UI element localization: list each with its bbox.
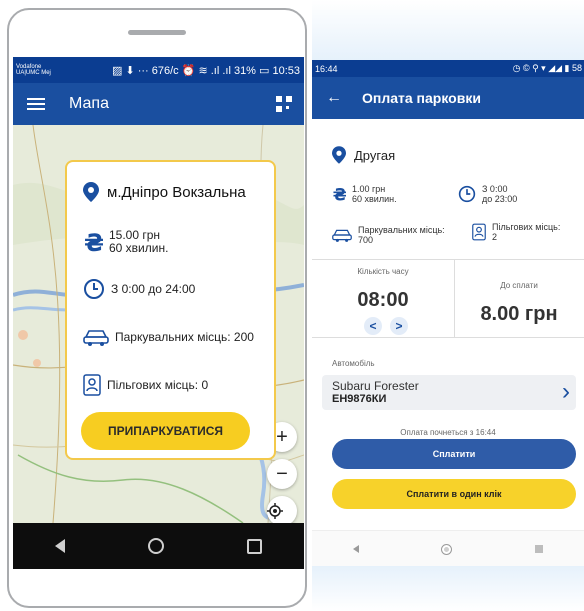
phone-speaker [128, 30, 186, 35]
status-bar: 16:44 ◷ © ⚲ ▾ ◢◢ ▮ 58 [312, 60, 584, 77]
payment-start-note: Оплата почнеться з 16:44 [400, 428, 496, 437]
pay-one-click-button[interactable]: Сплатити в один клік [332, 479, 576, 509]
price-text: 15.00 грн 60 хвилин. [109, 229, 168, 255]
app-bar: Мапа [13, 83, 304, 125]
hours-row: З 0:00 до 24:00 [83, 278, 195, 300]
back-icon[interactable] [353, 545, 360, 553]
id-card-icon [472, 223, 486, 241]
android-nav-bar [312, 530, 584, 566]
place-row: Другая [332, 146, 395, 164]
svg-text:₴: ₴ [84, 230, 103, 254]
hours-text: З 0:00 до 24:00 [111, 281, 196, 296]
status-indicators: ▨ ⬇ ··· 676/c ⏰ ≋ .ıl .ıl 31% ▭ 10:53 [111, 64, 300, 77]
back-icon[interactable] [54, 539, 65, 553]
parking-info-card: м.Дніпро Вокзальна ₴ 15.00 грн 60 хвилин… [65, 160, 276, 460]
price-row: ₴ 15.00 грн 60 хвилин. [83, 229, 168, 255]
duration-value: 60 хвилин. [352, 194, 397, 204]
payment-value: 8.00 грн [480, 303, 558, 325]
preferential-value: 2 [492, 232, 498, 242]
status-bar: Vodafone UA|UMC Mej ▨ ⬇ ··· 676/c ⏰ ≋ .ı… [13, 57, 304, 83]
hamburger-icon[interactable] [27, 95, 45, 113]
hours-from: З 0:00 [482, 184, 508, 194]
preferential-label: Пільгових місць: [492, 222, 561, 232]
page-title: Оплата парковки [362, 90, 481, 106]
pay-button[interactable]: Сплатити [332, 439, 576, 469]
station-row: м.Дніпро Вокзальна [83, 182, 246, 202]
car-icon [83, 330, 109, 346]
qr-code-icon[interactable] [276, 96, 292, 112]
preferential-spots-row: Пільгових місць: 0 [83, 374, 208, 396]
car-plate: ЕН9876КИ [332, 393, 387, 405]
status-time: 16:44 [315, 63, 338, 74]
hours-info: З 0:00 до 23:00 [458, 184, 517, 204]
time-decrease-button[interactable]: < [364, 317, 382, 335]
page-title: Мапа [69, 95, 109, 112]
backdrop-top [312, 0, 584, 60]
place-name: Другая [354, 147, 396, 163]
preferential-info: Пільгових місць: 2 [472, 222, 560, 242]
svg-text:₴: ₴ [333, 185, 346, 203]
time-increase-button[interactable]: > [390, 317, 408, 335]
parking-label: Паркувальних місць: [358, 225, 445, 235]
hryvnia-icon: ₴ [333, 185, 346, 203]
chevron-right-icon: › [562, 378, 570, 405]
recent-apps-icon[interactable] [247, 538, 263, 554]
payment-label: До сплати [500, 281, 538, 290]
backdrop-bottom [312, 566, 584, 611]
price-info: ₴ 1.00 грн 60 хвилин. [332, 184, 397, 204]
parking-spots-text: Паркувальних місць: 200 [115, 329, 254, 344]
home-icon[interactable] [441, 543, 453, 555]
clock-icon [458, 185, 476, 203]
locate-button[interactable] [267, 496, 297, 526]
location-pin-icon [332, 146, 346, 164]
back-arrow-icon[interactable]: ← [326, 89, 342, 107]
payment-body: Другая ₴ 1.00 грн 60 хвилин. З 0:00 до 2… [312, 119, 584, 566]
carrier-label: Vodafone UA|UMC Mej [16, 64, 51, 76]
parking-spots-row: Паркувальних місць: 200 [83, 328, 254, 346]
time-label: Кількість часу [357, 267, 409, 276]
location-pin-icon [83, 182, 99, 202]
price-value: 1.00 грн [352, 184, 386, 194]
parking-info: Паркувальних місць: 700 [332, 225, 445, 245]
car-icon [332, 229, 352, 242]
hryvnia-icon: ₴ [84, 230, 103, 254]
car-selector[interactable]: Subaru Forester ЕН9876КИ › [322, 375, 576, 410]
status-indicators: ◷ © ⚲ ▾ ◢◢ ▮ 58 [512, 63, 582, 73]
zoom-out-button[interactable]: − [267, 459, 297, 489]
divider [312, 259, 584, 260]
park-button[interactable]: ПРИПАРКУВАТИСЯ [81, 412, 250, 450]
car-model: Subaru Forester [332, 379, 419, 393]
divider [312, 337, 584, 338]
car-label: Автомобіль [332, 359, 375, 368]
preferential-spots-text: Пільгових місць: 0 [107, 377, 209, 392]
duration-value: 60 хвилин. [109, 241, 169, 255]
station-name: м.Дніпро Вокзальна [107, 183, 246, 201]
clock-icon [84, 279, 104, 299]
app-bar: ← Оплата парковки [312, 77, 584, 119]
id-card-icon [83, 374, 101, 396]
recent-apps-icon[interactable] [534, 545, 543, 553]
parking-value: 700 [358, 235, 374, 245]
map-screen: Vodafone UA|UMC Mej ▨ ⬇ ··· 676/c ⏰ ≋ .ı… [13, 57, 304, 569]
time-value: 08:00 [357, 289, 409, 311]
crosshair-icon [267, 503, 283, 519]
payment-screen: 16:44 ◷ © ⚲ ▾ ◢◢ ▮ 58 ← Оплата парковки … [312, 60, 584, 566]
home-icon[interactable] [147, 538, 164, 554]
hours-to: до 23:00 [482, 194, 518, 204]
android-nav-bar [13, 523, 304, 569]
